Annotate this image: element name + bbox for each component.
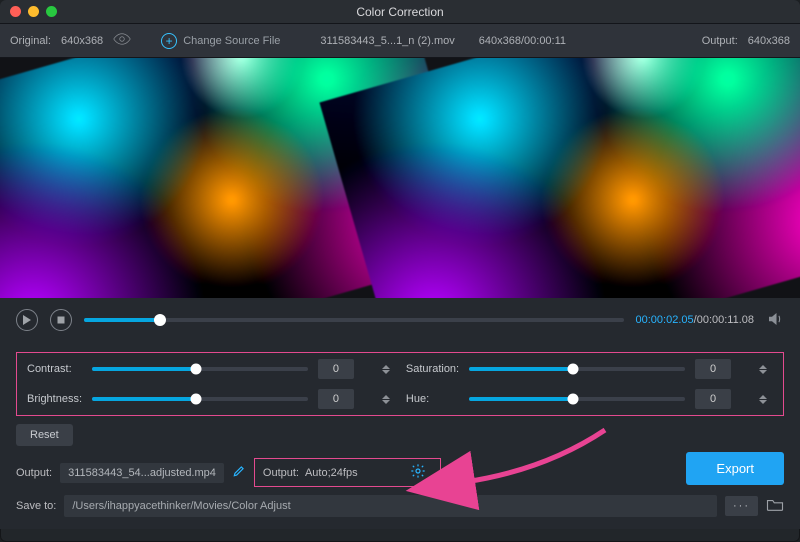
output-dimensions: 640x368 xyxy=(748,35,790,47)
saturation-stepper[interactable] xyxy=(759,359,773,379)
output-format-box[interactable]: Output: Auto;24fps xyxy=(254,458,441,487)
minimize-icon[interactable] xyxy=(28,6,39,17)
source-filename: 311583443_5...1_n (2).mov xyxy=(320,35,454,47)
playback-bar: 00:00:02.05/00:00:11.08 xyxy=(0,298,800,342)
output-preview xyxy=(319,58,800,298)
output-file-label: Output: xyxy=(16,467,52,479)
brightness-stepper[interactable] xyxy=(382,389,396,409)
volume-icon[interactable] xyxy=(766,310,784,331)
saturation-label: Saturation: xyxy=(406,363,459,375)
source-meta: 640x368/00:00:11 xyxy=(479,35,566,47)
total-time: 00:00:11.08 xyxy=(697,314,754,326)
save-to-label: Save to: xyxy=(16,500,56,512)
preview-area xyxy=(0,58,800,298)
brightness-slider[interactable] xyxy=(92,397,308,401)
saturation-value[interactable]: 0 xyxy=(695,359,731,379)
maximize-icon[interactable] xyxy=(46,6,57,17)
color-slider-grid: Contrast: 0 Saturation: 0 Brightness: 0 … xyxy=(16,352,784,416)
preview-toggle-icon[interactable] xyxy=(113,30,131,51)
info-toolbar: Original: 640x368 + Change Source File 3… xyxy=(0,24,800,58)
play-button[interactable] xyxy=(16,309,38,331)
current-time: 00:00:02.05 xyxy=(636,314,694,326)
output-row: Output: 311583443_54...adjusted.mp4 Outp… xyxy=(16,458,784,487)
contrast-value[interactable]: 0 xyxy=(318,359,354,379)
original-dimensions: 640x368 xyxy=(61,35,103,47)
plus-icon: + xyxy=(161,33,177,49)
seek-slider[interactable] xyxy=(84,318,624,322)
output-area: Export Output: 311583443_54...adjusted.m… xyxy=(0,454,800,529)
save-row: Save to: /Users/ihappyacethinker/Movies/… xyxy=(16,495,784,517)
original-label: Original: xyxy=(10,35,51,47)
browse-button[interactable]: ··· xyxy=(725,496,758,516)
change-source-label: Change Source File xyxy=(183,35,280,47)
hue-value[interactable]: 0 xyxy=(695,389,731,409)
change-source-button[interactable]: + Change Source File xyxy=(161,33,280,49)
contrast-stepper[interactable] xyxy=(382,359,396,379)
hue-stepper[interactable] xyxy=(759,389,773,409)
window-controls xyxy=(0,6,57,17)
stop-button[interactable] xyxy=(50,309,72,331)
brightness-value[interactable]: 0 xyxy=(318,389,354,409)
time-display: 00:00:02.05/00:00:11.08 xyxy=(636,314,754,326)
save-path[interactable]: /Users/ihappyacethinker/Movies/Color Adj… xyxy=(64,495,717,517)
contrast-label: Contrast: xyxy=(27,363,82,375)
app-window: Color Correction Original: 640x368 + Cha… xyxy=(0,0,800,542)
output-format-label: Output: xyxy=(263,467,299,479)
color-panel: Contrast: 0 Saturation: 0 Brightness: 0 … xyxy=(0,342,800,454)
contrast-slider[interactable] xyxy=(92,367,308,371)
edit-filename-icon[interactable] xyxy=(232,464,246,481)
hue-slider[interactable] xyxy=(469,397,685,401)
output-format-value: Auto;24fps xyxy=(305,467,358,479)
seek-handle[interactable] xyxy=(154,314,166,326)
output-filename[interactable]: 311583443_54...adjusted.mp4 xyxy=(60,463,224,483)
close-icon[interactable] xyxy=(10,6,21,17)
reset-button[interactable]: Reset xyxy=(16,424,73,446)
output-label: Output: xyxy=(702,35,738,47)
gear-icon[interactable] xyxy=(410,463,426,482)
saturation-slider[interactable] xyxy=(469,367,685,371)
brightness-label: Brightness: xyxy=(27,393,82,405)
titlebar: Color Correction xyxy=(0,0,800,24)
hue-label: Hue: xyxy=(406,393,459,405)
open-folder-icon[interactable] xyxy=(766,498,784,515)
export-button[interactable]: Export xyxy=(686,452,784,485)
window-title: Color Correction xyxy=(0,5,800,19)
